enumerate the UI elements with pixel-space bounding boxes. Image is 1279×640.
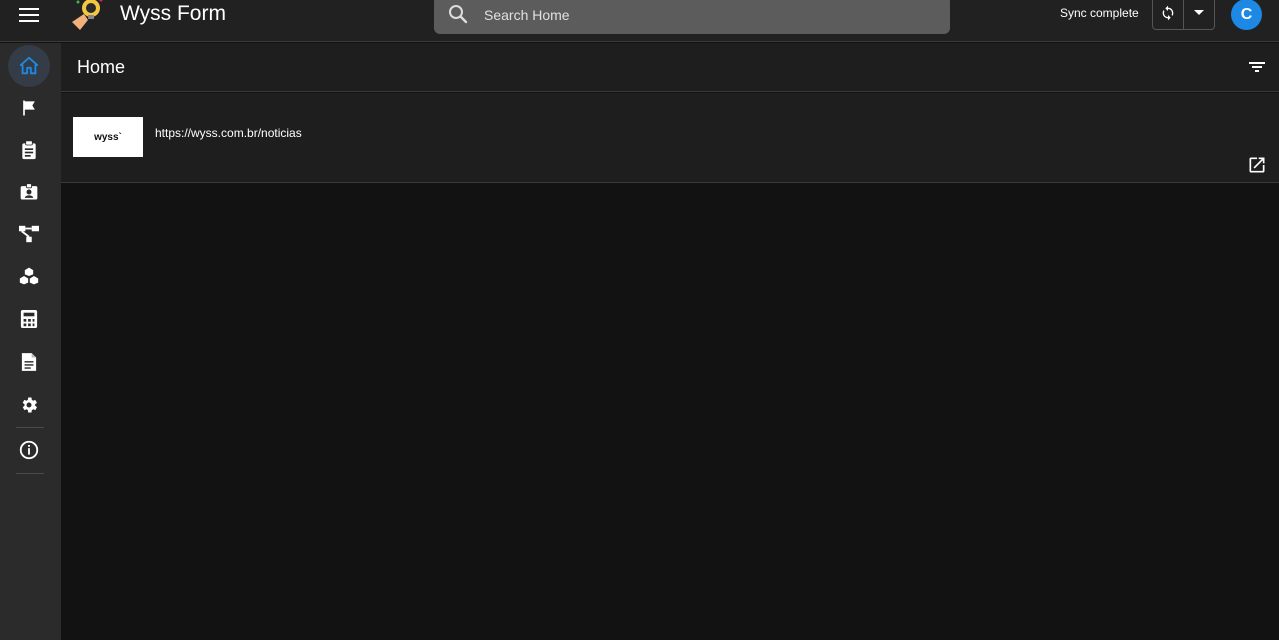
sidebar-item-documents[interactable] <box>8 341 50 383</box>
gear-icon <box>22 397 37 413</box>
cubes-icon <box>19 267 39 285</box>
calculator-icon <box>20 310 38 328</box>
sidebar-item-contacts[interactable] <box>8 171 50 213</box>
app-title: Wyss Form <box>120 2 226 25</box>
flag-icon <box>23 100 35 116</box>
hamburger-icon <box>19 8 39 22</box>
search-input[interactable]: Search Home <box>484 7 570 23</box>
sidebar-item-forms[interactable] <box>8 129 50 171</box>
app-logo <box>72 0 103 30</box>
caret-down-icon <box>1193 10 1204 15</box>
item-thumbnail: wyss` <box>73 117 143 157</box>
document-icon <box>21 353 37 371</box>
item-url-link[interactable]: https://wyss.com.br/noticias <box>155 126 302 140</box>
open-external-button[interactable] <box>1247 155 1267 175</box>
list-item[interactable]: wyss` https://wyss.com.br/noticias <box>61 93 1279 183</box>
sidebar <box>0 43 61 640</box>
sync-dropdown-button[interactable] <box>1184 0 1214 29</box>
top-app-bar: Wyss Form Search Home Sync complete C <box>0 0 1279 42</box>
sync-button[interactable] <box>1153 0 1184 29</box>
badge-icon <box>20 183 38 200</box>
home-icon <box>19 56 39 75</box>
sidebar-divider <box>16 473 44 474</box>
workflow-icon <box>19 225 39 243</box>
sync-icon <box>1162 5 1174 21</box>
open-external-icon <box>1249 157 1265 173</box>
sidebar-item-workflows[interactable] <box>8 213 50 255</box>
sidebar-item-about[interactable] <box>8 429 50 471</box>
sidebar-divider <box>16 427 44 428</box>
sidebar-item-calculations[interactable] <box>8 298 50 340</box>
sidebar-item-packages[interactable] <box>8 255 50 297</box>
search-bar[interactable]: Search Home <box>434 0 950 34</box>
filter-button[interactable] <box>1247 57 1267 77</box>
sync-status: Sync complete <box>1060 6 1139 20</box>
info-icon <box>19 440 39 460</box>
page-title: Home <box>77 57 126 77</box>
search-icon <box>449 5 468 24</box>
user-avatar[interactable]: C <box>1231 0 1262 30</box>
clipboard-icon <box>22 140 36 160</box>
sidebar-item-settings[interactable] <box>8 384 50 426</box>
sidebar-item-flags[interactable] <box>8 87 50 129</box>
sync-button-group <box>1152 0 1215 30</box>
sidebar-item-home[interactable] <box>8 45 50 87</box>
page-header: Home <box>61 43 1279 92</box>
filter-icon <box>1249 62 1265 72</box>
menu-button[interactable] <box>14 4 44 26</box>
